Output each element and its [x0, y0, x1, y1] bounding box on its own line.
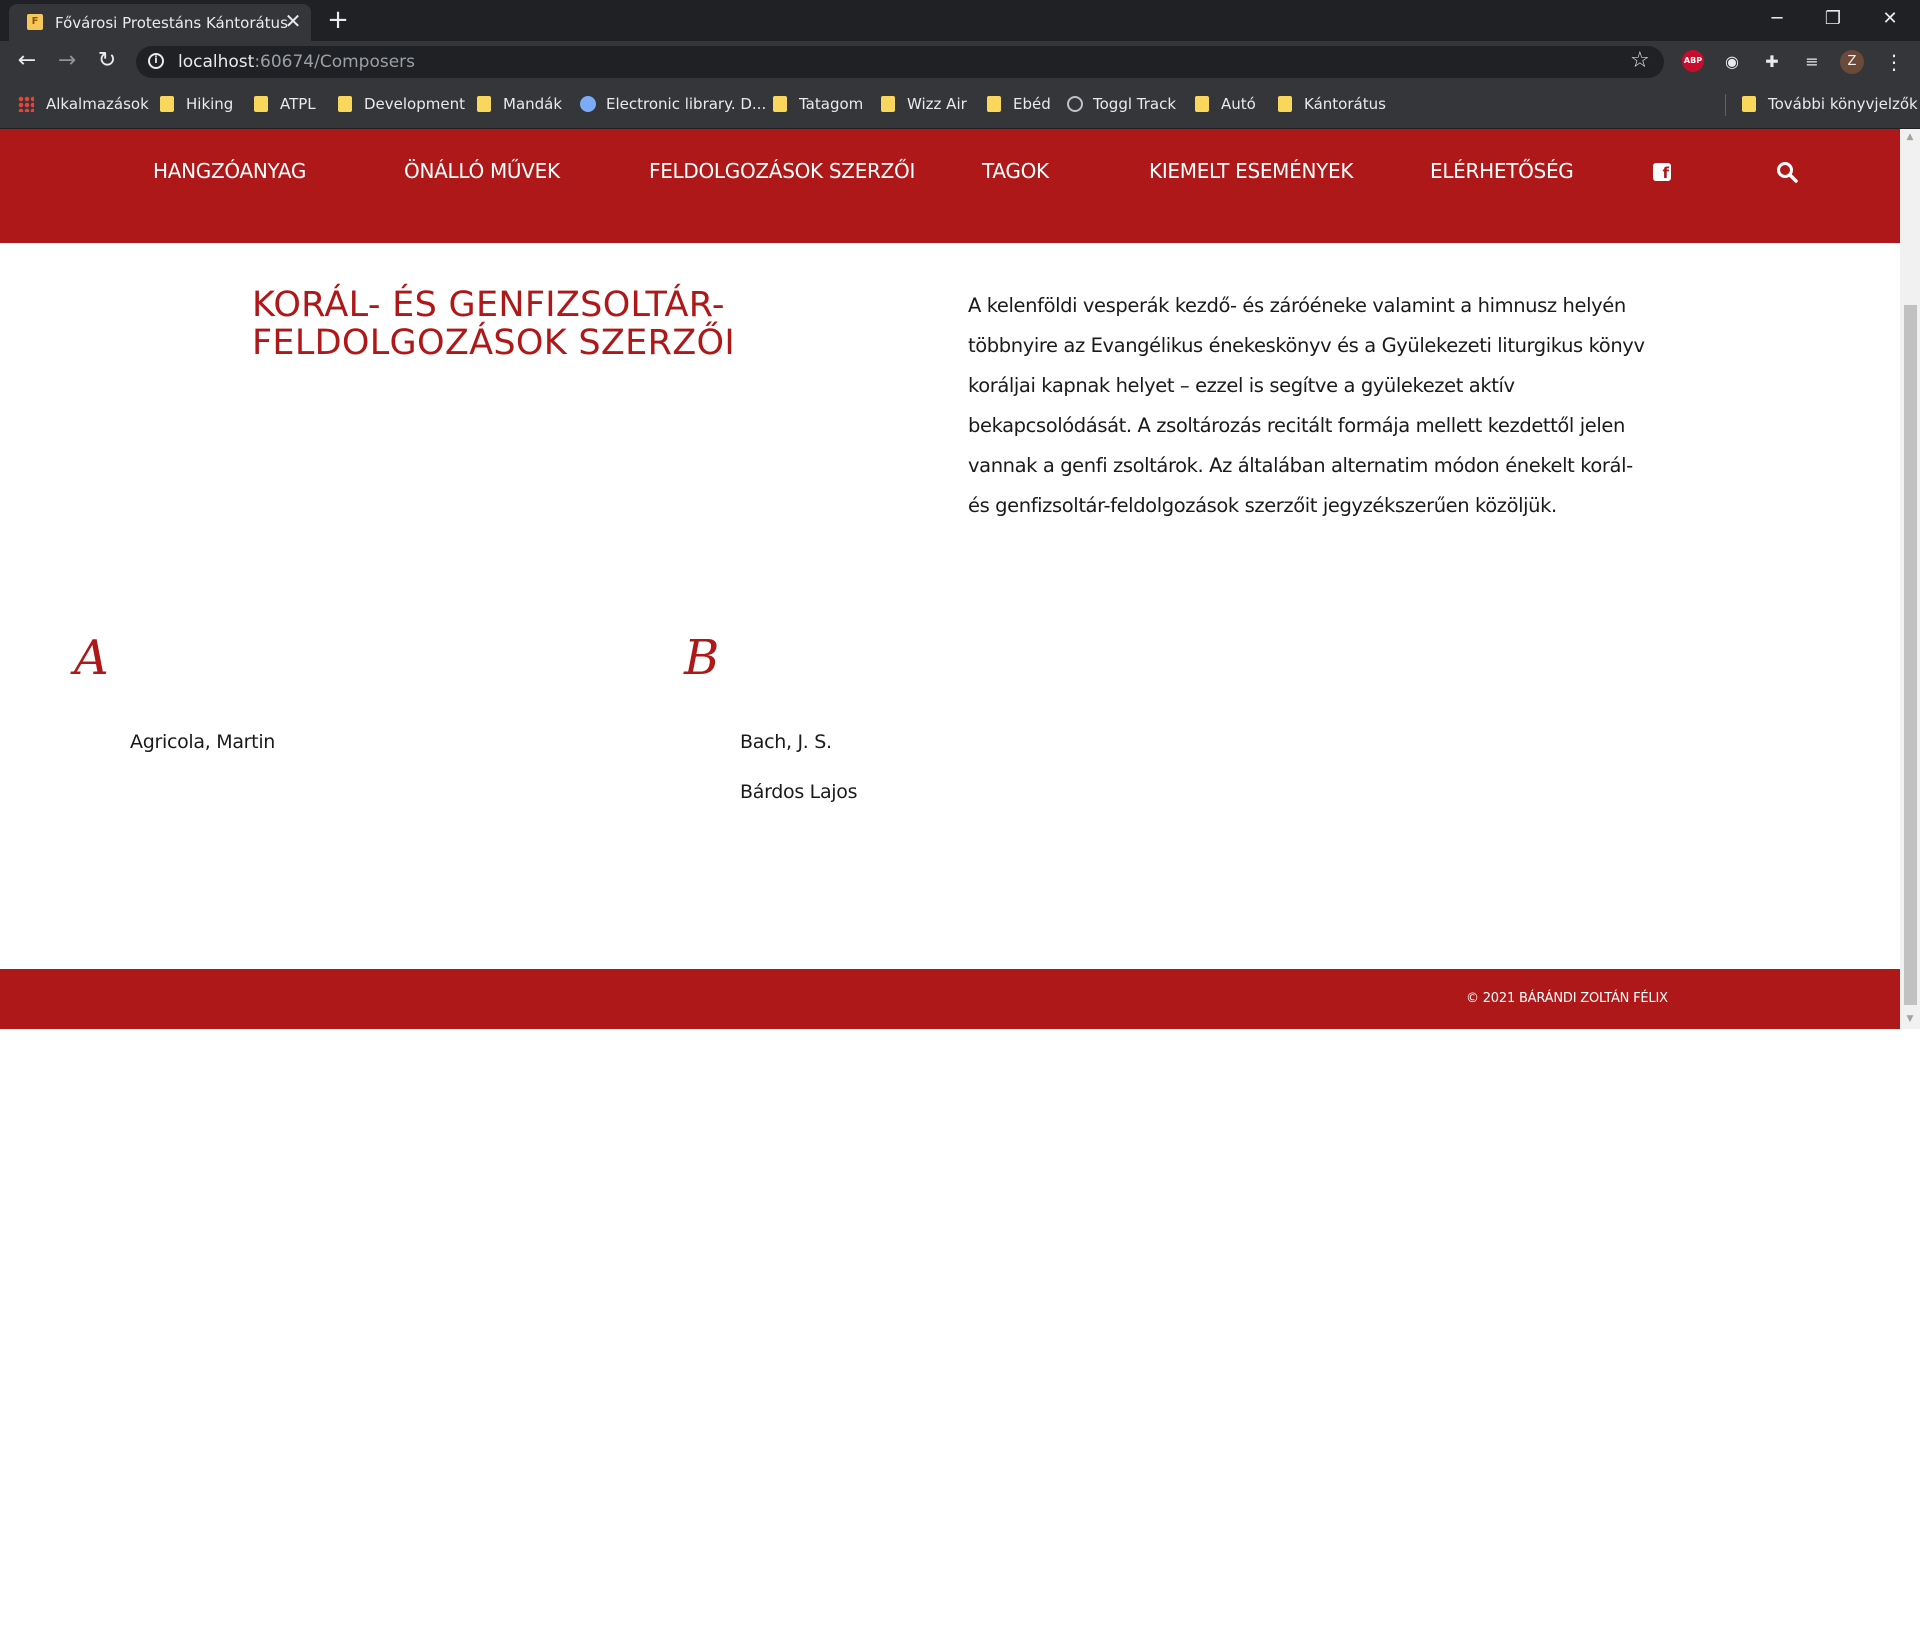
nav-onallo-muvek[interactable]: ÖNÁLLÓ MŰVEK	[404, 159, 560, 183]
bookmark-kantoratus[interactable]: Kántorátus	[1278, 95, 1386, 115]
new-tab-button[interactable]: +	[324, 6, 352, 34]
bookmark-apps[interactable]: Alkalmazások	[18, 95, 149, 115]
folder-icon	[254, 96, 268, 112]
nav-hangzoanyag[interactable]: HANGZÓANYAG	[153, 159, 306, 183]
bookmarks-bar: Alkalmazások Hiking ATPL Development Man…	[0, 82, 1920, 129]
bookmark-ebed[interactable]: Ebéd	[987, 95, 1051, 115]
letter-heading-b: B	[684, 630, 720, 686]
browser-menu-icon[interactable]: ⋮	[1882, 50, 1906, 74]
bookmark-development[interactable]: Development	[338, 95, 465, 115]
bookmark-electronic-library[interactable]: Electronic library. D...	[580, 95, 766, 115]
minimize-window-icon[interactable]: ─	[1757, 4, 1797, 34]
toggl-icon	[1067, 96, 1083, 112]
address-bar[interactable]: i localhost:60674/Composers ☆	[136, 46, 1664, 78]
site-info-icon[interactable]: i	[148, 53, 164, 69]
extension-glasses-icon[interactable]: ◉	[1720, 50, 1744, 74]
adblock-extension-icon[interactable]: ABP	[1682, 50, 1704, 72]
apps-icon	[18, 96, 34, 112]
bookmark-auto[interactable]: Autó	[1195, 95, 1256, 115]
copyright-text: © 2021 BÁRÁNDI ZOLTÁN FÉLIX	[1466, 991, 1668, 1006]
page-scrollbar[interactable]: ▲ ▼	[1900, 129, 1920, 1029]
globe-icon	[580, 96, 596, 112]
extensions-puzzle-icon[interactable]: ✚	[1760, 50, 1784, 74]
folder-icon	[338, 96, 352, 112]
folder-icon	[1278, 96, 1292, 112]
bookmark-label: Hiking	[186, 95, 234, 113]
browser-tab[interactable]: F Fővárosi Protestáns Kántorátus ✕	[9, 4, 311, 41]
intro-paragraph: A kelenföldi vesperák kezdő- és záróének…	[968, 294, 1645, 517]
folder-icon	[881, 96, 895, 112]
bookmark-wizz-air[interactable]: Wizz Air	[881, 95, 967, 115]
tab-close-icon[interactable]: ✕	[281, 9, 305, 33]
folder-icon	[1742, 96, 1756, 112]
browser-tabstrip: F Fővárosi Protestáns Kántorátus ✕ + ─ ❐…	[0, 0, 1920, 41]
nav-elerhetoseg[interactable]: ELÉRHETŐSÉG	[1430, 159, 1574, 183]
url-text[interactable]: localhost:60674/Composers	[178, 52, 415, 72]
back-arrow-icon[interactable]: ←	[12, 46, 42, 76]
folder-icon	[160, 96, 174, 112]
folder-icon	[477, 96, 491, 112]
profile-avatar[interactable]: Z	[1840, 50, 1864, 74]
bookmark-label: További könyvjelzők	[1768, 95, 1918, 113]
facebook-icon[interactable]: f	[1653, 163, 1671, 181]
close-window-icon[interactable]: ✕	[1870, 4, 1910, 34]
bookmark-hiking[interactable]: Hiking	[160, 95, 233, 115]
bookmark-toggl-track[interactable]: Toggl Track	[1067, 95, 1176, 115]
folder-icon	[987, 96, 1001, 112]
site-navbar: HANGZÓANYAG ÖNÁLLÓ MŰVEK FELDOLGOZÁSOK S…	[0, 129, 1900, 243]
site-favicon-icon: F	[27, 14, 43, 30]
bookmark-atpl[interactable]: ATPL	[254, 95, 316, 115]
bookmark-label: Kántorátus	[1304, 95, 1386, 113]
nav-tagok[interactable]: TAGOK	[982, 159, 1049, 183]
scroll-thumb[interactable]	[1904, 305, 1917, 1005]
folder-icon	[1195, 96, 1209, 112]
bookmark-label: Toggl Track	[1093, 95, 1177, 113]
bookmark-label: Tatagom	[799, 95, 864, 113]
media-queue-icon[interactable]: ≡	[1800, 50, 1824, 74]
url-host: localhost	[178, 52, 255, 72]
composer-link[interactable]: Bárdos Lajos	[740, 781, 858, 803]
letter-heading-a: A	[74, 630, 109, 686]
url-path: :60674/Composers	[254, 52, 416, 72]
forward-arrow-icon[interactable]: →	[52, 46, 82, 76]
bookmark-label: ATPL	[280, 95, 316, 113]
site-footer: © 2021 BÁRÁNDI ZOLTÁN FÉLIX	[0, 969, 1900, 1029]
bookmark-mandak[interactable]: Mandák	[477, 95, 562, 115]
bookmark-label: Development	[364, 95, 465, 113]
bookmark-tatagom[interactable]: Tatagom	[773, 95, 863, 115]
bookmark-other[interactable]: További könyvjelzők	[1742, 95, 1918, 115]
bookmark-label: Electronic library. D...	[606, 95, 767, 113]
bookmarks-separator	[1725, 94, 1726, 116]
search-icon[interactable]	[1776, 161, 1798, 183]
bookmark-label: Alkalmazások	[46, 95, 149, 113]
restore-window-icon[interactable]: ❐	[1813, 4, 1853, 34]
scroll-down-arrow-icon[interactable]: ▼	[1900, 1011, 1920, 1027]
bookmark-label: Wizz Air	[907, 95, 967, 113]
bookmark-label: Ebéd	[1013, 95, 1051, 113]
nav-feldolgozasok-szerzoi[interactable]: FELDOLGOZÁSOK SZERZŐI	[649, 159, 915, 183]
scroll-up-arrow-icon[interactable]: ▲	[1900, 129, 1920, 145]
tab-title: Fővárosi Protestáns Kántorátus	[55, 14, 288, 32]
bookmark-label: Mandák	[503, 95, 563, 113]
bookmark-label: Autó	[1221, 95, 1256, 113]
composer-link[interactable]: Agricola, Martin	[130, 731, 275, 753]
nav-kiemelt-esemenyek[interactable]: KIEMELT ESEMÉNYEK	[1149, 159, 1354, 183]
page-title: KORÁL- ÉS GENFIZSOLTÁR-FELDOLGOZÁSOK SZE…	[252, 285, 735, 363]
browser-toolbar: ← → ↻ i localhost:60674/Composers ☆ ABP …	[0, 41, 1920, 82]
reload-icon[interactable]: ↻	[92, 46, 122, 76]
composer-link[interactable]: Bach, J. S.	[740, 731, 832, 753]
folder-icon	[773, 96, 787, 112]
bookmark-star-icon[interactable]: ☆	[1630, 48, 1650, 73]
